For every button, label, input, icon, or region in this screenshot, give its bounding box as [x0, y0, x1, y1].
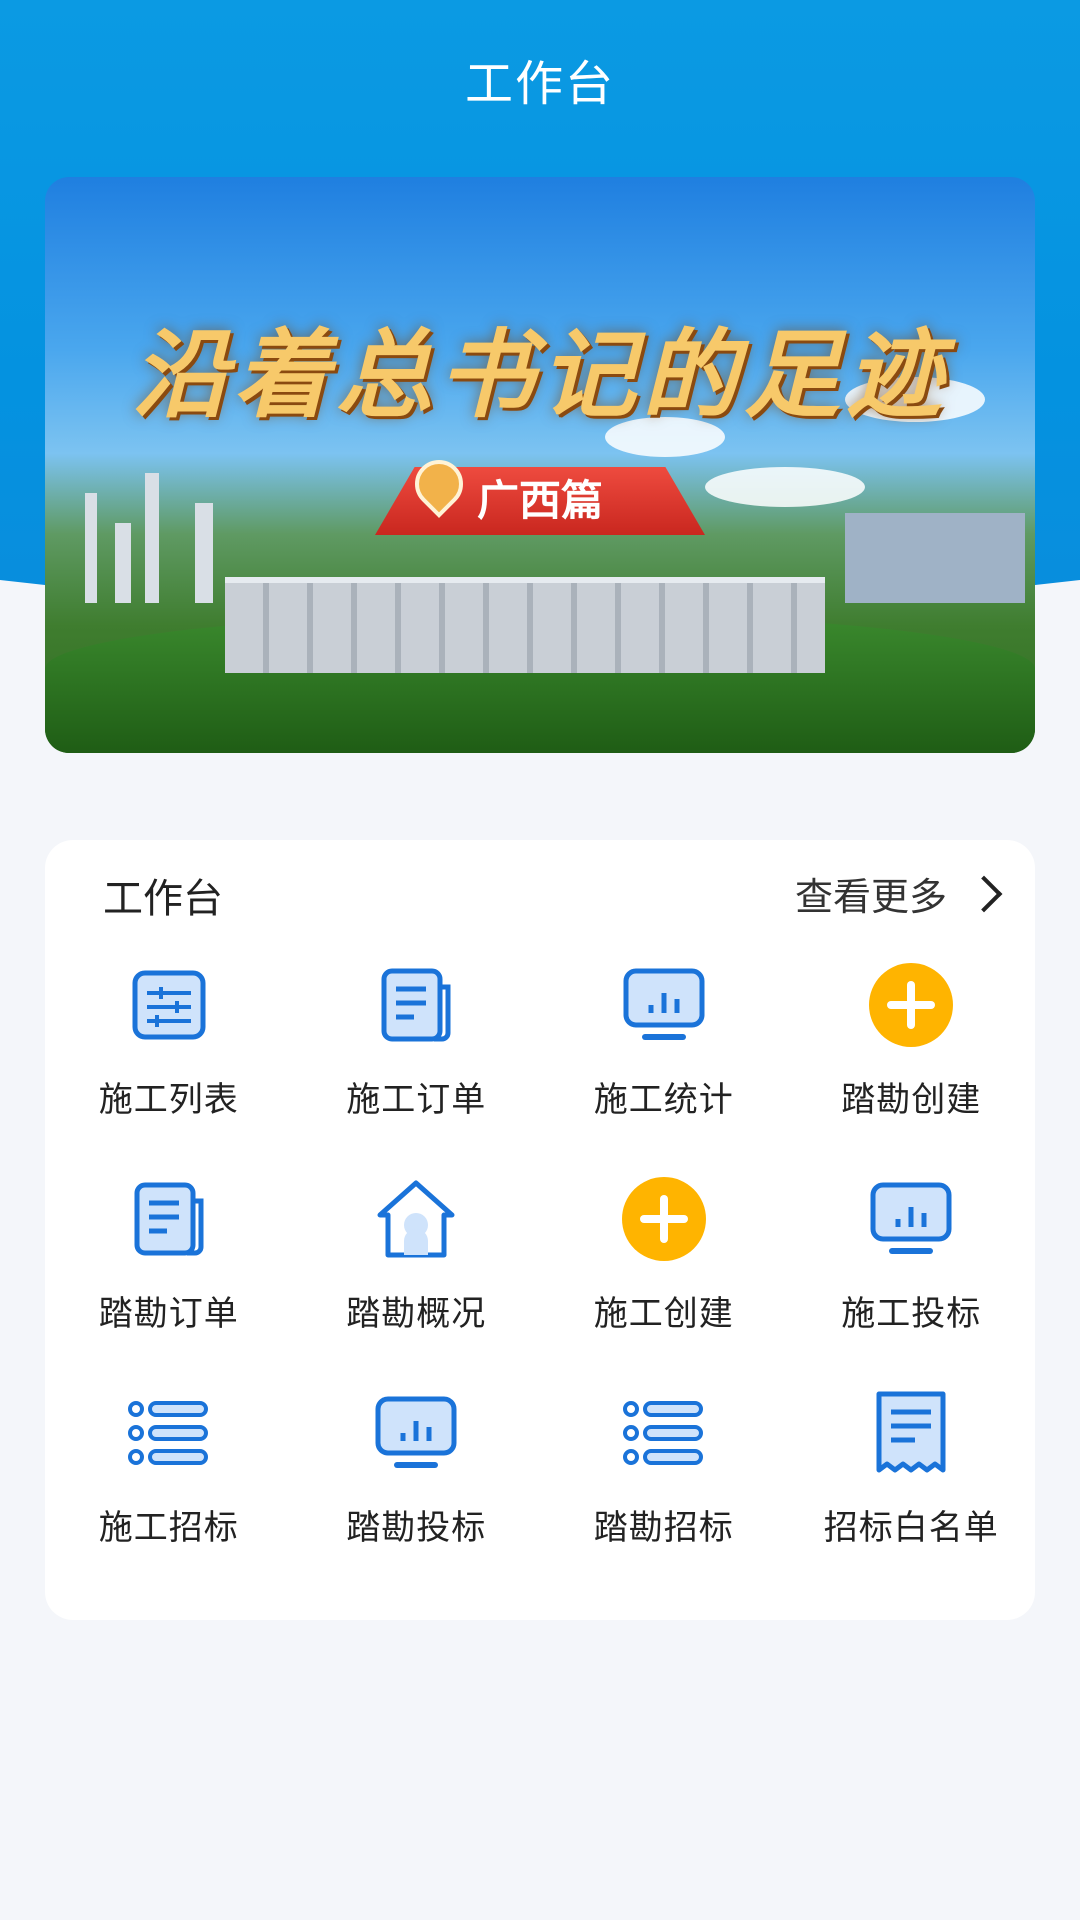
page-title: 工作台	[464, 56, 615, 112]
workbench-item[interactable]: 施工招标	[45, 1388, 293, 1578]
workbench-item[interactable]: 施工投标	[788, 1174, 1036, 1364]
monitor-chart-icon	[371, 1388, 461, 1478]
workbench-item[interactable]: 踏勘创建	[788, 960, 1036, 1150]
city-tower	[145, 473, 159, 603]
workbench-item[interactable]: 施工订单	[293, 960, 541, 1150]
workbench-item-label: 施工列表	[98, 1080, 239, 1120]
workbench-title: 工作台	[103, 876, 223, 922]
view-more-link[interactable]: 查看更多	[795, 866, 1007, 921]
monitor-chart-icon	[619, 960, 709, 1050]
workbench-item[interactable]: 踏勘招标	[540, 1388, 788, 1578]
banner-image[interactable]: 沿着总书记的足迹 广西篇	[45, 177, 1035, 753]
plus-circle-icon	[866, 960, 956, 1050]
workbench-item[interactable]: 踏勘概况	[293, 1174, 541, 1364]
workbench-item-label: 施工招标	[98, 1508, 239, 1548]
document-icon	[124, 1174, 214, 1264]
workbench-item-label: 施工投标	[841, 1294, 982, 1334]
workbench-item[interactable]: 招标白名单	[788, 1388, 1036, 1578]
bullet-list-icon	[124, 1388, 214, 1478]
bullet-list-icon	[619, 1388, 709, 1478]
workbench-item[interactable]: 踏勘订单	[45, 1174, 293, 1364]
workbench-item-label: 施工统计	[593, 1080, 734, 1120]
workbench-item[interactable]: 施工列表	[45, 960, 293, 1150]
plus-circle-icon	[619, 1174, 709, 1264]
workbench-item[interactable]: 施工统计	[540, 960, 788, 1150]
workbench-item-label: 踏勘订单	[98, 1294, 239, 1334]
banner-subtitle: 广西篇	[476, 476, 603, 525]
workbench-item-label: 施工创建	[593, 1294, 734, 1334]
city-tower	[195, 503, 213, 603]
sliders-list-icon	[124, 960, 214, 1050]
home-icon	[371, 1174, 461, 1264]
workbench-item-label: 施工订单	[346, 1080, 487, 1120]
city-tower	[115, 523, 131, 603]
banner-title: 沿着总书记的足迹	[132, 318, 948, 431]
workbench-item-label: 踏勘招标	[593, 1508, 734, 1548]
cloud	[705, 467, 865, 507]
workbench-item[interactable]: 踏勘投标	[293, 1388, 541, 1578]
view-more-label: 查看更多	[794, 875, 947, 919]
workbench-item-label: 招标白名单	[823, 1508, 999, 1548]
workbench-item-label: 踏勘概况	[346, 1294, 487, 1334]
receipt-icon	[866, 1388, 956, 1478]
workbench-card: 工作台 查看更多 施工列表 施工订单 施工统计 踏勘创建踏勘订单 踏勘概况 施工创建 施工投…	[45, 840, 1035, 1620]
workbench-grid: 施工列表 施工订单 施工统计 踏勘创建踏勘订单 踏勘概况 施工创建 施工投标施工招标 踏勘投标…	[45, 960, 1035, 1578]
city-building	[845, 513, 1025, 603]
workbench-item-label: 踏勘投标	[346, 1508, 487, 1548]
document-icon	[371, 960, 461, 1050]
city-tower	[85, 493, 97, 603]
chevron-right-icon	[965, 875, 1003, 912]
monitor-chart-icon	[866, 1174, 956, 1264]
expo-building	[225, 577, 825, 673]
workbench-item[interactable]: 施工创建	[540, 1174, 788, 1364]
workbench-item-label: 踏勘创建	[841, 1080, 982, 1120]
